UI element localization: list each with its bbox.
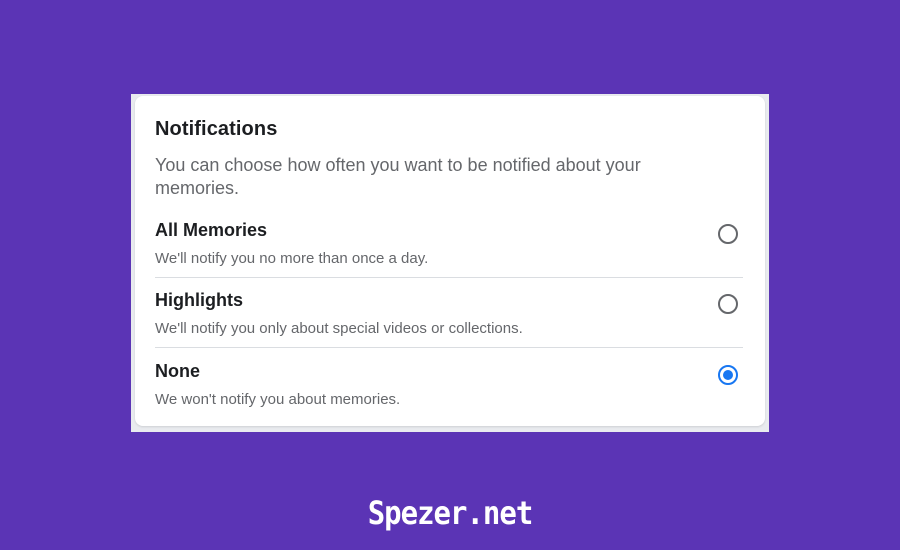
radio-all-memories[interactable] (718, 224, 738, 244)
option-none[interactable]: None We won't notify you about memories. (155, 355, 743, 419)
notifications-title: Notifications (155, 118, 278, 140)
notifications-description: You can choose how often you want to be … (155, 155, 641, 198)
option-description: We'll notify you no more than once a day… (155, 250, 429, 267)
radio-highlights[interactable] (718, 294, 738, 314)
option-label: Highlights (155, 290, 243, 310)
option-label: None (155, 361, 200, 381)
divider (155, 277, 743, 278)
option-all-memories[interactable]: All Memories We'll notify you no more th… (155, 214, 743, 278)
notifications-card: Notifications You can choose how often y… (135, 96, 765, 426)
settings-panel-frame: Notifications You can choose how often y… (131, 94, 769, 432)
radio-none[interactable] (718, 365, 738, 385)
watermark-text: Spezer.net (367, 494, 534, 532)
option-highlights[interactable]: Highlights We'll notify you only about s… (155, 284, 743, 348)
divider (155, 347, 743, 348)
option-label: All Memories (155, 220, 268, 240)
option-description: We'll notify you only about special vide… (155, 320, 523, 337)
option-description: We won't notify you about memories. (155, 391, 401, 408)
